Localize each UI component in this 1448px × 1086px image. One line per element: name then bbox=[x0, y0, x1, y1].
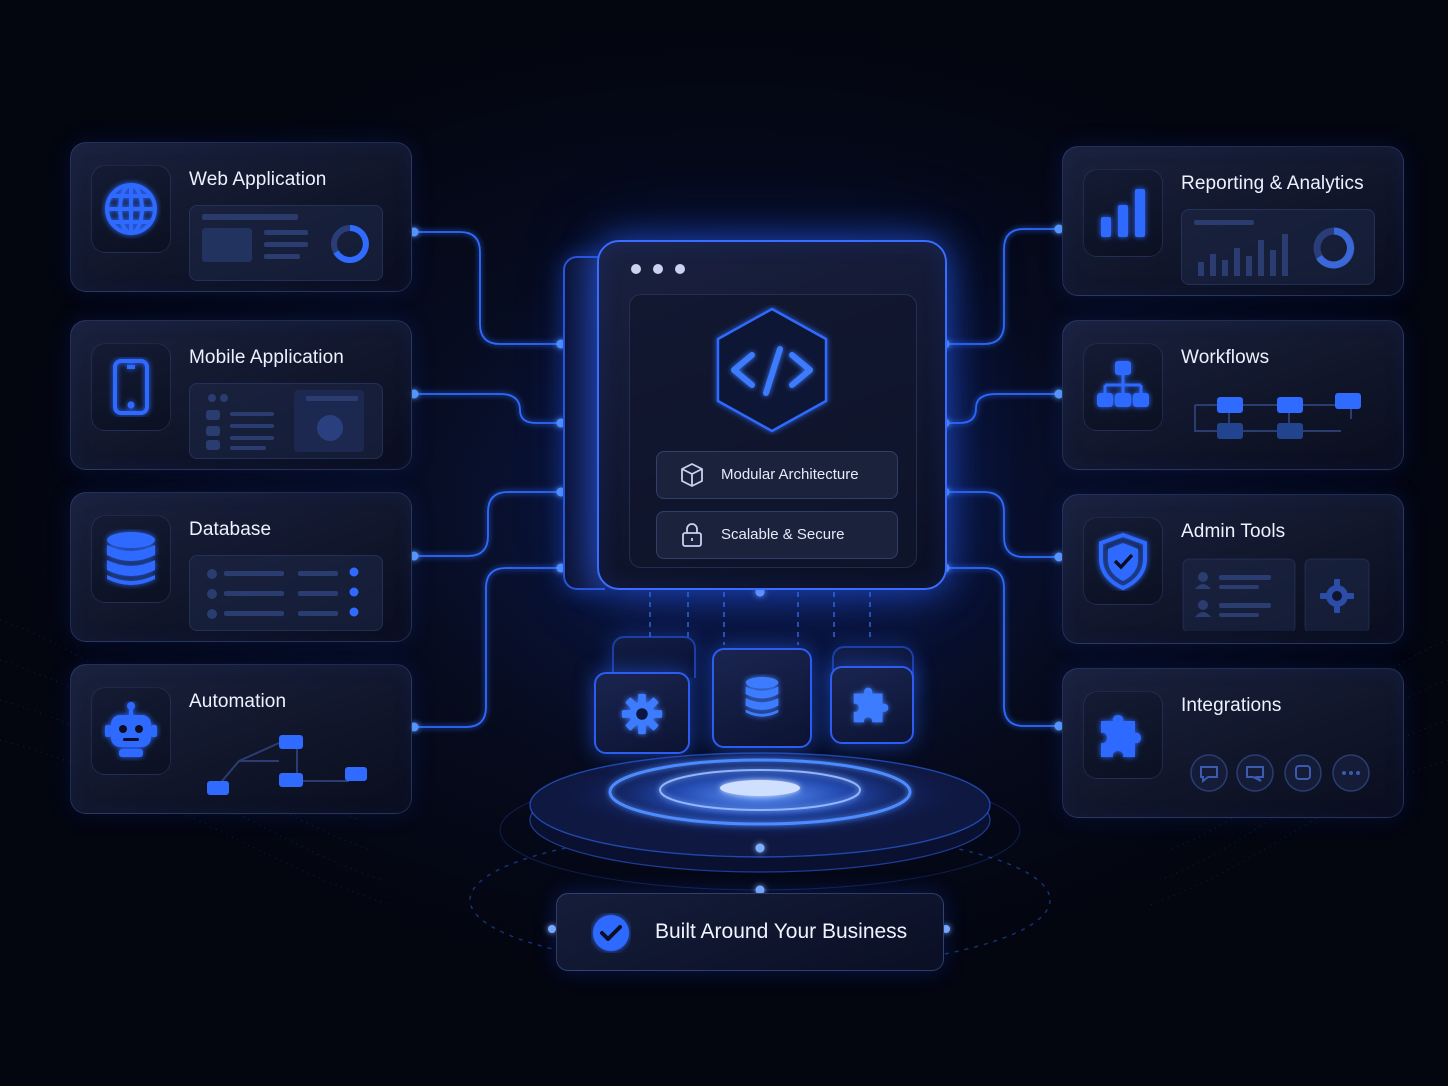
workflow-preview bbox=[1181, 383, 1373, 457]
window-dot bbox=[653, 264, 663, 274]
icon-tile bbox=[1083, 691, 1163, 779]
lock-icon bbox=[682, 523, 702, 547]
center-code-window: Modular Architecture Scalable & Secure bbox=[597, 240, 947, 590]
module-card-reporting-analytics: Reporting & Analytics bbox=[1062, 146, 1404, 296]
puzzle-icon bbox=[853, 687, 889, 723]
module-title: Reporting & Analytics bbox=[1181, 173, 1364, 194]
mobile-screens-graphic bbox=[206, 390, 364, 452]
dashboard-preview-graphic bbox=[202, 214, 369, 263]
automation-preview bbox=[189, 727, 381, 801]
module-title: Automation bbox=[189, 691, 287, 712]
icon-tile bbox=[91, 515, 171, 603]
module-title: Mobile Application bbox=[189, 347, 344, 368]
module-card-integrations: Integrations bbox=[1062, 668, 1404, 818]
badge-label: Built Around Your Business bbox=[655, 920, 908, 943]
database-preview bbox=[189, 555, 383, 631]
left-connector-dots bbox=[409, 227, 566, 732]
module-card-database: Database bbox=[70, 492, 412, 642]
window-dot bbox=[631, 264, 641, 274]
icon-tile bbox=[1083, 517, 1163, 605]
check-icon bbox=[593, 915, 629, 951]
right-connectors bbox=[945, 228, 1059, 727]
icon-tile bbox=[1083, 169, 1163, 257]
module-title: Admin Tools bbox=[1181, 521, 1286, 542]
database-block bbox=[712, 648, 812, 748]
business-badge: Built Around Your Business bbox=[556, 893, 944, 971]
left-connectors bbox=[414, 231, 561, 728]
module-title: Workflows bbox=[1181, 347, 1270, 368]
gear-block bbox=[594, 672, 690, 754]
feature-label: Modular Architecture bbox=[721, 466, 859, 483]
module-card-automation: Automation bbox=[70, 664, 412, 814]
workflow-graphic bbox=[1194, 393, 1361, 439]
icon-tile bbox=[1083, 343, 1163, 431]
feature-scalable-secure: Scalable & Secure bbox=[656, 511, 898, 559]
analytics-graphic bbox=[1194, 220, 1355, 276]
smartphone-icon bbox=[113, 359, 149, 415]
globe-icon bbox=[105, 183, 157, 235]
table-rows-graphic bbox=[207, 567, 359, 619]
admin-preview bbox=[1181, 557, 1373, 631]
module-card-web-application: Web Application bbox=[70, 142, 412, 292]
module-title: Integrations bbox=[1181, 695, 1282, 716]
mobile-app-preview bbox=[189, 383, 383, 459]
flowchart-icon bbox=[1097, 361, 1149, 407]
admin-users-graphic bbox=[1182, 558, 1370, 631]
shield-icon bbox=[1099, 532, 1147, 591]
icon-tile bbox=[91, 165, 171, 253]
feature-modular-architecture: Modular Architecture bbox=[656, 451, 898, 499]
web-app-preview bbox=[189, 205, 383, 281]
module-card-workflows: Workflows bbox=[1062, 320, 1404, 470]
module-title: Database bbox=[189, 519, 272, 540]
module-card-mobile-application: Mobile Application bbox=[70, 320, 412, 470]
window-dot bbox=[675, 264, 685, 274]
code-icon bbox=[716, 307, 828, 433]
database-icon bbox=[745, 676, 779, 717]
robot-icon bbox=[105, 702, 157, 757]
icon-tile bbox=[91, 687, 171, 775]
integrations-preview bbox=[1181, 731, 1373, 805]
cube-icon bbox=[681, 463, 703, 487]
gear-icon bbox=[621, 693, 663, 735]
database-icon bbox=[107, 532, 155, 585]
icon-tile bbox=[91, 343, 171, 431]
bar-chart-icon bbox=[1101, 189, 1145, 237]
analytics-preview bbox=[1181, 209, 1375, 285]
right-connector-dots bbox=[940, 224, 1064, 731]
puzzle-block bbox=[830, 666, 914, 744]
diagram-stage: Web Application Mobile Application Datab… bbox=[0, 0, 1448, 1086]
center-content: Modular Architecture Scalable & Secure bbox=[629, 294, 917, 568]
integration-bubbles-graphic bbox=[1190, 754, 1370, 792]
module-title: Web Application bbox=[189, 169, 327, 190]
puzzle-icon bbox=[1101, 715, 1141, 757]
feature-label: Scalable & Secure bbox=[721, 526, 845, 543]
module-card-admin-tools: Admin Tools bbox=[1062, 494, 1404, 644]
flow-graphic bbox=[207, 735, 367, 795]
